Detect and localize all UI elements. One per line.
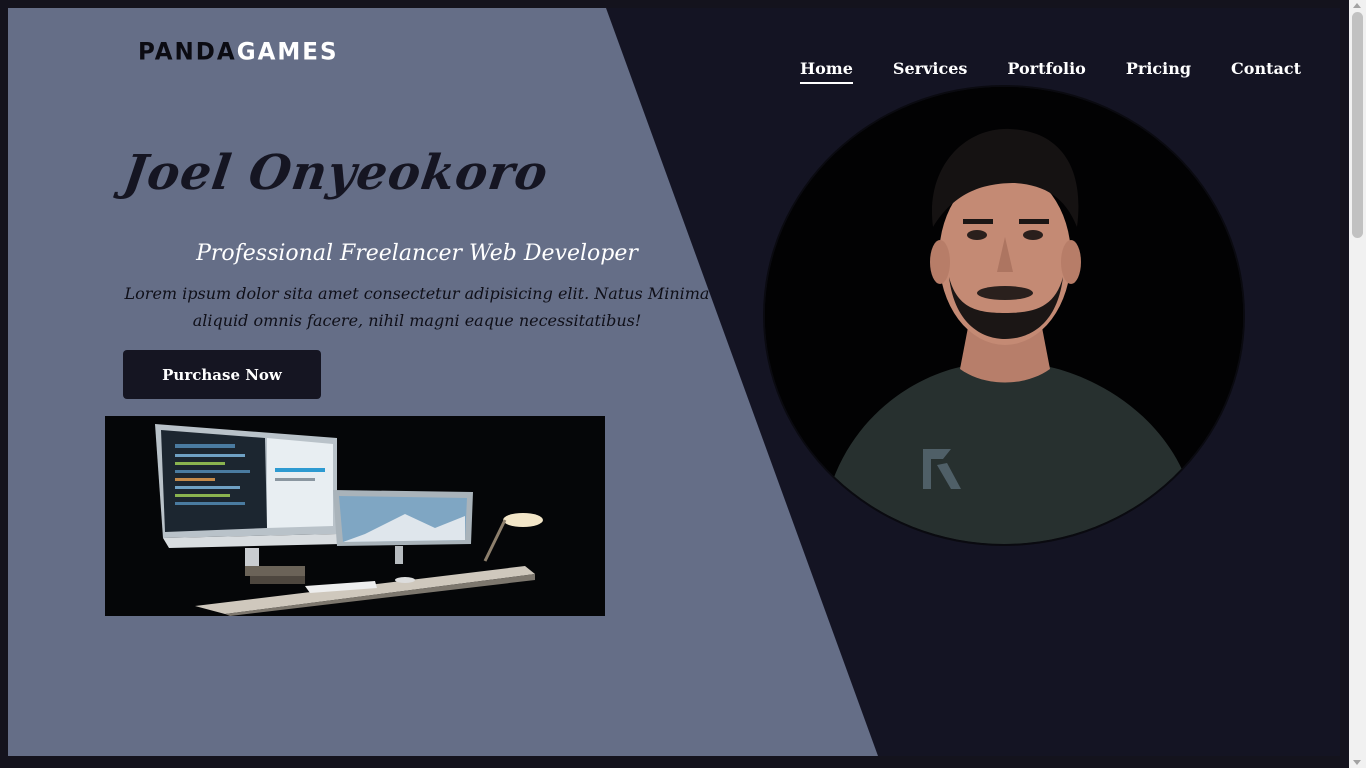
nav-portfolio[interactable]: Portfolio [1007,58,1085,80]
workspace-image [105,416,605,616]
profile-portrait [765,87,1243,544]
logo-part-games: GAMES [236,38,339,66]
scrollbar-thumb[interactable] [1352,12,1363,238]
nav-home[interactable]: Home [800,58,853,84]
hero-name: Joel Onyeokoro [120,145,552,201]
hero-description: Lorem ipsum dolor sita amet consectetur … [124,284,710,330]
scroll-down-arrow-icon[interactable] [1353,760,1361,765]
logo[interactable]: PANDAGAMES [138,37,339,66]
nav-pricing[interactable]: Pricing [1126,58,1191,80]
scroll-up-arrow-icon[interactable] [1353,3,1361,8]
nav-services[interactable]: Services [893,58,967,80]
hero-subtitle: Professional Freelancer Web Developer [196,241,638,266]
vertical-scrollbar[interactable] [1349,0,1366,768]
main-nav: Home Services Portfolio Pricing Contact [800,58,1301,84]
nav-contact[interactable]: Contact [1231,58,1301,80]
page-frame: PANDAGAMES Home Services Portfolio Prici… [8,8,1340,756]
portrait-illustration [765,87,1243,544]
workspace-illustration [105,416,605,616]
logo-part-panda: PANDA [138,38,237,66]
purchase-now-button[interactable]: Purchase Now [123,350,321,399]
